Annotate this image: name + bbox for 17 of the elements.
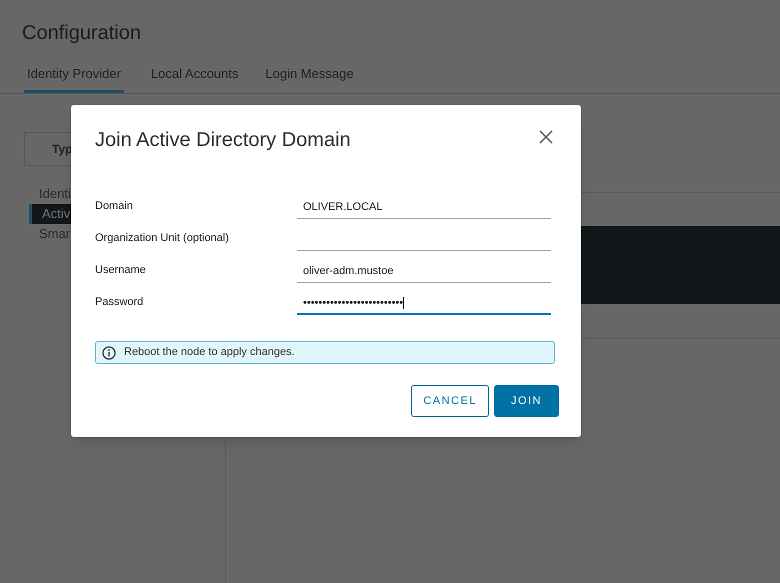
field-label: Username [95, 262, 147, 278]
list-item[interactable]: Activ [29, 204, 71, 224]
join-button[interactable]: JOIN [494, 385, 559, 417]
alert-text: Reboot the node to apply changes. [124, 345, 295, 360]
tab[interactable]: Local Accounts [150, 64, 238, 92]
input-field[interactable]: oliver-adm.mustoe [297, 261, 551, 283]
tab[interactable]: Identity Provider [24, 64, 124, 92]
tab[interactable]: Login Message [265, 64, 354, 92]
field-label: Organization Unit (optional) [95, 230, 230, 246]
info-icon [102, 346, 116, 360]
field-label: Password [95, 294, 144, 310]
field-label: Domain [95, 198, 134, 214]
input-field[interactable]: •••••••••••••••••••••••••• [297, 293, 551, 315]
cancel-button[interactable]: CANCEL [411, 385, 489, 417]
close-icon[interactable] [539, 130, 553, 144]
page-title: Configuration [22, 21, 142, 46]
input-field[interactable]: OLIVER.LOCAL [297, 197, 551, 219]
